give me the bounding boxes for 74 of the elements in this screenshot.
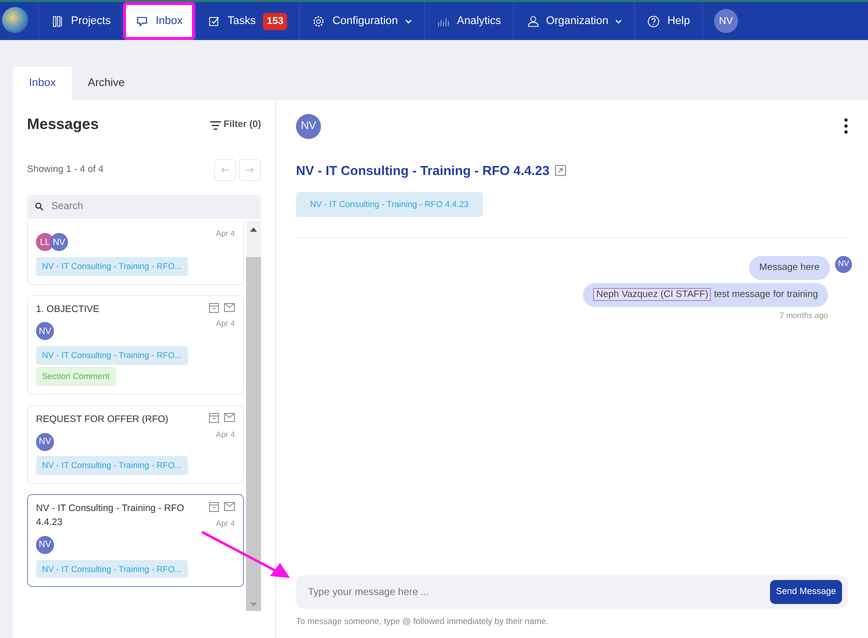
person-icon [526, 14, 539, 28]
scroll-up-button[interactable] [246, 220, 261, 257]
message-card[interactable]: 1. OBJECTIVE NV Apr 4 NV - IT Consulting - Training - RFO... Section Comment [27, 294, 244, 395]
message-bubble: Message here [749, 256, 830, 280]
avatar: LL [36, 233, 54, 252]
comment-tag: Section Comment [36, 367, 116, 386]
message-time: 7 months ago [780, 310, 828, 322]
caret-icon [615, 18, 622, 24]
scrollbar[interactable] [246, 220, 261, 611]
avatar: NV [36, 322, 54, 340]
nav-item[interactable]: Analytics [424, 2, 513, 40]
project-tag: NV - IT Consulting - Training - RFO... [36, 256, 188, 276]
project-tag: NV - IT Consulting - Training - RFO... [36, 456, 188, 475]
vertical-dots-icon [844, 118, 848, 134]
gear-icon [312, 14, 326, 28]
search-icon [35, 202, 44, 212]
help-icon [647, 14, 660, 28]
tab[interactable]: Inbox [13, 67, 72, 100]
message-date: Apr 4 [216, 428, 235, 440]
nav-item[interactable]: Inbox [122, 2, 195, 40]
nav-item[interactable]: Configuration [299, 2, 424, 40]
archive-box-icon [208, 502, 218, 512]
filter-icon [210, 121, 221, 130]
chat-bubble-icon [136, 14, 149, 28]
avatar: NV [36, 536, 54, 554]
scroll-up-icon [250, 226, 257, 232]
archive-box-icon [208, 302, 218, 312]
project-tag: NV - IT Consulting - Training - RFO... [36, 346, 188, 364]
project-tag: NV - IT Consulting - Training - RFO 4.4.23 [296, 192, 483, 217]
search-field[interactable]: Search [27, 194, 261, 219]
message-input-field[interactable]: Type your message here ... [306, 584, 770, 600]
send-message-button[interactable]: Send Message [770, 580, 842, 604]
avatar: NV [835, 256, 852, 273]
nav-item[interactable]: Organization [512, 2, 634, 40]
logo-icon [2, 7, 28, 33]
message-card[interactable]: NV - IT Consulting - Training - RFO 4.4.23 NV Apr 4 NV - IT Consulting - Training - RFO... [27, 494, 244, 588]
avatar: NV [36, 432, 54, 451]
search-field[interactable]: Search [49, 198, 253, 216]
conversation-title: NV - IT Consulting - Training - RFO 4.4.23 [296, 162, 550, 180]
user-avatar[interactable]: NV [714, 9, 738, 33]
right-arrow-icon [246, 164, 254, 175]
open-external-button[interactable] [555, 164, 566, 176]
message-title: 1. OBJECTIVE [36, 302, 100, 316]
filter-button[interactable]: Filter (0) [210, 118, 261, 133]
envelope-icon [224, 413, 235, 422]
left-arrow-icon [221, 164, 230, 175]
message-title: NV - IT Consulting - Training - RFO 4.4.23 [36, 502, 186, 530]
nav-item[interactable]: Help [634, 2, 702, 40]
message-card[interactable]: LL NV Apr 4 NV - IT Consulting - Training - RFO... [27, 220, 244, 284]
columns-icon [51, 14, 64, 28]
message-bubble: Neph Vazquez (CI STAFF) test message for training [583, 282, 828, 307]
message-date: Apr 4 [216, 228, 235, 240]
message-date: Apr 4 [216, 518, 235, 530]
results-count: Showing 1 - 4 of 4 [27, 162, 104, 177]
avatar: NV [50, 233, 68, 252]
more-options-button[interactable] [844, 118, 848, 134]
envelope-icon [224, 502, 235, 511]
project-tag: NV - IT Consulting - Training - RFO... [36, 560, 188, 578]
archive-box-icon [208, 413, 218, 423]
message-date: Apr 4 [216, 318, 235, 330]
help-text: To message someone, type @ followed immediately by their name. [296, 614, 550, 628]
message-card[interactable]: REQUEST FOR OFFER (RFO) NV Apr 4 NV - IT Consulting - Training - RFO... [27, 405, 244, 484]
caret-icon [404, 18, 412, 24]
tab[interactable]: Archive [72, 67, 141, 100]
checkbox-icon [208, 14, 221, 28]
scroll-down-icon [250, 602, 257, 607]
panel-title: Messages [27, 115, 99, 136]
count-badge: 153 [262, 12, 288, 30]
message-title: REQUEST FOR OFFER (RFO) [36, 413, 168, 427]
external-link-icon [555, 164, 566, 176]
envelope-icon [224, 302, 235, 312]
nav-item[interactable]: Tasks 153 [194, 2, 300, 40]
message-composer[interactable]: Type your message here ... Send Message [296, 575, 848, 609]
avatar: NV [296, 114, 321, 138]
